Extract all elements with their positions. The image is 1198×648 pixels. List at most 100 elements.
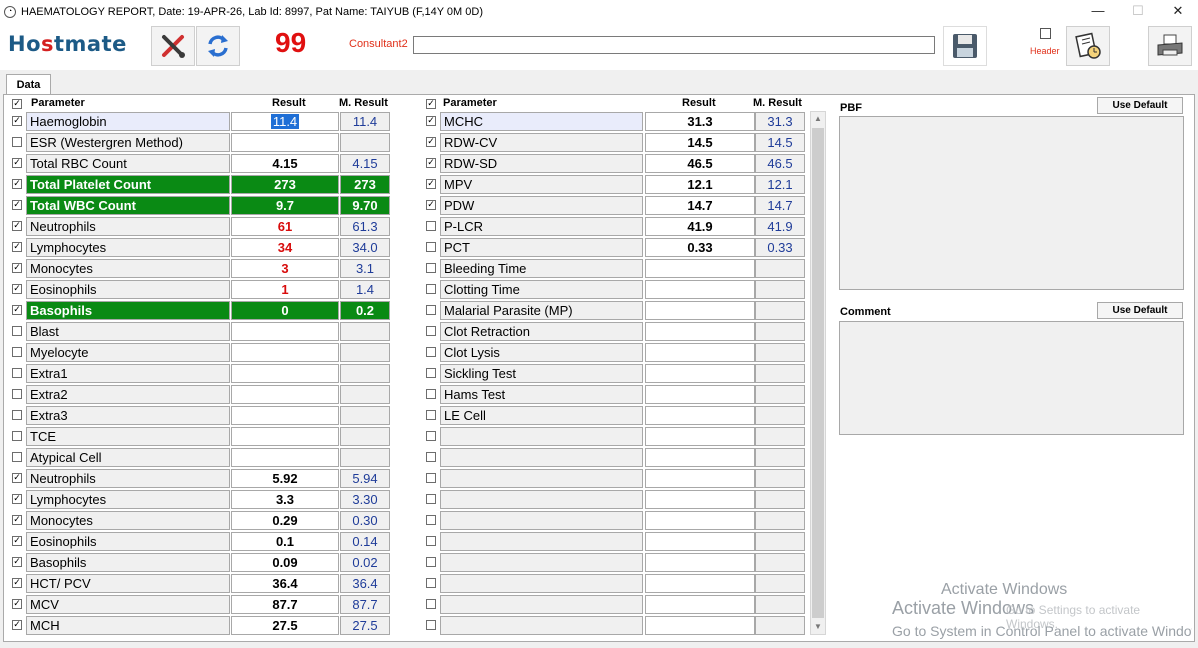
- left-row-checkbox[interactable]: ✓: [12, 473, 22, 483]
- right-result-input[interactable]: [645, 532, 755, 551]
- right-result-input[interactable]: 0.33: [645, 238, 755, 257]
- left-result-input[interactable]: [231, 448, 339, 467]
- right-result-input[interactable]: 41.9: [645, 217, 755, 236]
- select-all-left-checkbox[interactable]: ✓: [12, 99, 22, 109]
- left-row-checkbox[interactable]: ✓: [12, 536, 22, 546]
- right-result-input[interactable]: [645, 259, 755, 278]
- print-button[interactable]: [1148, 26, 1192, 66]
- left-row-checkbox[interactable]: ✓: [12, 515, 22, 525]
- right-row-checkbox[interactable]: ✓: [426, 179, 436, 189]
- left-row-checkbox[interactable]: ✓: [12, 578, 22, 588]
- right-row-checkbox[interactable]: [426, 452, 436, 462]
- right-result-input[interactable]: [645, 616, 755, 635]
- left-result-input[interactable]: 9.7: [231, 196, 339, 215]
- left-result-input[interactable]: 4.15: [231, 154, 339, 173]
- left-result-input[interactable]: 87.7: [231, 595, 339, 614]
- right-result-input[interactable]: [645, 490, 755, 509]
- left-result-input[interactable]: 3: [231, 259, 339, 278]
- left-row-checkbox[interactable]: ✓: [12, 599, 22, 609]
- left-row-checkbox[interactable]: ✓: [12, 557, 22, 567]
- right-result-input[interactable]: [645, 406, 755, 425]
- left-result-input[interactable]: 273: [231, 175, 339, 194]
- left-result-input[interactable]: 0.1: [231, 532, 339, 551]
- right-row-checkbox[interactable]: [426, 242, 436, 252]
- right-result-input[interactable]: 31.3: [645, 112, 755, 131]
- right-row-checkbox[interactable]: [426, 578, 436, 588]
- left-row-checkbox[interactable]: [12, 431, 22, 441]
- right-result-input[interactable]: [645, 343, 755, 362]
- left-result-input[interactable]: 1: [231, 280, 339, 299]
- scroll-up-icon[interactable]: ▲: [811, 112, 825, 126]
- left-row-checkbox[interactable]: [12, 347, 22, 357]
- right-result-input[interactable]: [645, 280, 755, 299]
- comment-use-default-button[interactable]: Use Default: [1097, 302, 1183, 319]
- right-result-input[interactable]: [645, 469, 755, 488]
- left-result-input[interactable]: [231, 406, 339, 425]
- left-result-input[interactable]: 34: [231, 238, 339, 257]
- right-row-checkbox[interactable]: ✓: [426, 158, 436, 168]
- right-result-input[interactable]: [645, 553, 755, 572]
- left-row-checkbox[interactable]: ✓: [12, 179, 22, 189]
- scroll-thumb[interactable]: [812, 128, 824, 618]
- pbf-use-default-button[interactable]: Use Default: [1097, 97, 1183, 114]
- left-row-checkbox[interactable]: ✓: [12, 221, 22, 231]
- left-result-input[interactable]: 61: [231, 217, 339, 236]
- right-row-checkbox[interactable]: ✓: [426, 137, 436, 147]
- tools-button[interactable]: [151, 26, 195, 66]
- left-row-checkbox[interactable]: ✓: [12, 158, 22, 168]
- minimize-button[interactable]: —: [1078, 0, 1118, 24]
- right-result-input[interactable]: [645, 301, 755, 320]
- right-row-checkbox[interactable]: [426, 473, 436, 483]
- right-row-checkbox[interactable]: [426, 536, 436, 546]
- right-result-input[interactable]: [645, 364, 755, 383]
- left-result-input[interactable]: 0.29: [231, 511, 339, 530]
- right-row-checkbox[interactable]: [426, 389, 436, 399]
- left-result-input[interactable]: 11.4: [231, 112, 339, 131]
- right-row-checkbox[interactable]: [426, 431, 436, 441]
- left-result-input[interactable]: [231, 133, 339, 152]
- right-result-input[interactable]: [645, 322, 755, 341]
- left-row-checkbox[interactable]: [12, 368, 22, 378]
- left-row-checkbox[interactable]: ✓: [12, 620, 22, 630]
- right-row-checkbox[interactable]: ✓: [426, 116, 436, 126]
- consultant-input[interactable]: [413, 36, 935, 54]
- left-result-input[interactable]: 0: [231, 301, 339, 320]
- right-row-checkbox[interactable]: [426, 557, 436, 567]
- right-result-input[interactable]: [645, 385, 755, 404]
- right-result-input[interactable]: 12.1: [645, 175, 755, 194]
- history-report-button[interactable]: [1066, 26, 1110, 66]
- left-row-checkbox[interactable]: ✓: [12, 305, 22, 315]
- right-row-checkbox[interactable]: [426, 305, 436, 315]
- right-result-input[interactable]: [645, 511, 755, 530]
- left-row-checkbox[interactable]: [12, 389, 22, 399]
- right-row-checkbox[interactable]: [426, 347, 436, 357]
- left-result-input[interactable]: [231, 343, 339, 362]
- header-checkbox[interactable]: [1040, 28, 1051, 39]
- right-result-input[interactable]: [645, 574, 755, 593]
- right-row-checkbox[interactable]: [426, 263, 436, 273]
- maximize-button[interactable]: ☐: [1118, 0, 1158, 24]
- right-result-input[interactable]: 46.5: [645, 154, 755, 173]
- left-result-input[interactable]: 0.09: [231, 553, 339, 572]
- right-row-checkbox[interactable]: [426, 410, 436, 420]
- pbf-textarea[interactable]: [839, 116, 1184, 290]
- right-row-checkbox[interactable]: [426, 599, 436, 609]
- right-row-checkbox[interactable]: [426, 620, 436, 630]
- left-row-checkbox[interactable]: ✓: [12, 494, 22, 504]
- right-result-input[interactable]: [645, 595, 755, 614]
- scroll-down-icon[interactable]: ▼: [811, 620, 825, 634]
- left-row-checkbox[interactable]: ✓: [12, 200, 22, 210]
- left-result-input[interactable]: 5.92: [231, 469, 339, 488]
- left-result-input[interactable]: 27.5: [231, 616, 339, 635]
- save-button[interactable]: [943, 26, 987, 66]
- left-result-input[interactable]: 3.3: [231, 490, 339, 509]
- right-row-checkbox[interactable]: [426, 284, 436, 294]
- comment-textarea[interactable]: [839, 321, 1184, 435]
- right-row-checkbox[interactable]: [426, 515, 436, 525]
- left-result-input[interactable]: 36.4: [231, 574, 339, 593]
- right-result-input[interactable]: [645, 448, 755, 467]
- left-result-input[interactable]: [231, 385, 339, 404]
- right-result-input[interactable]: [645, 427, 755, 446]
- left-row-checkbox[interactable]: [12, 410, 22, 420]
- left-row-checkbox[interactable]: ✓: [12, 263, 22, 273]
